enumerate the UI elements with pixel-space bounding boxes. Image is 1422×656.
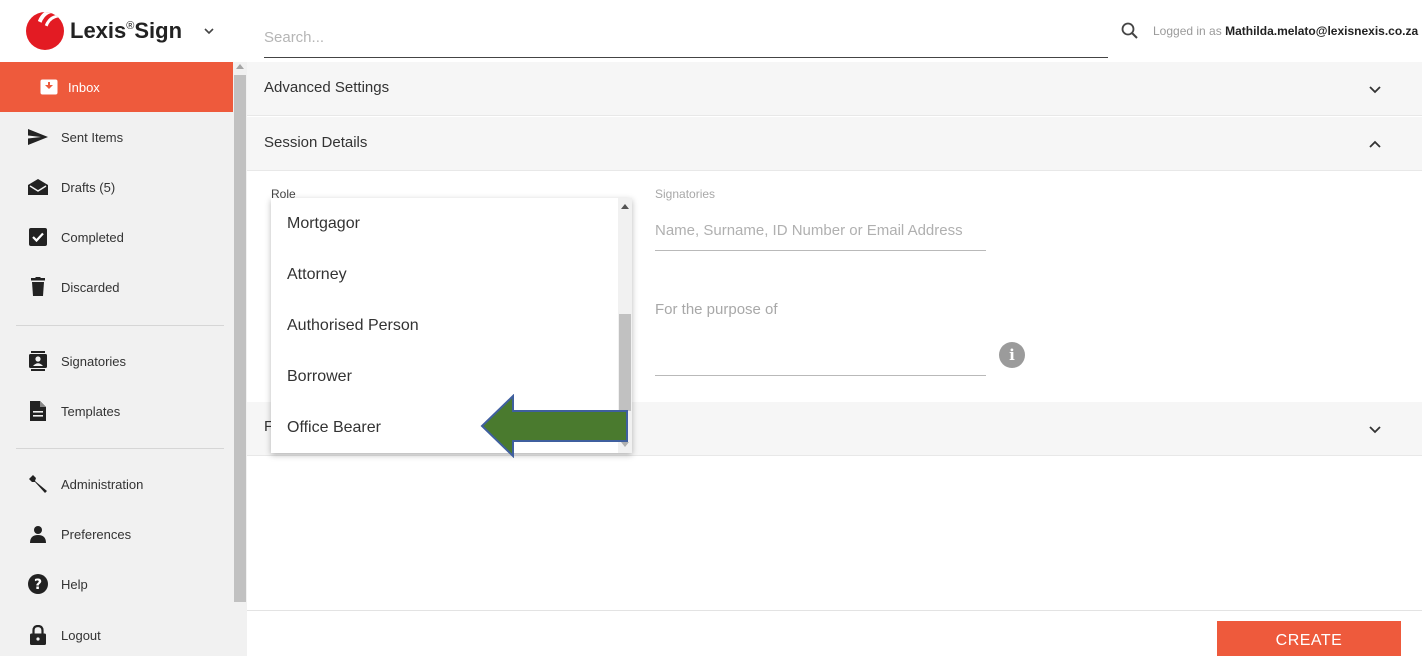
sidebar-item-administration[interactable]: Administration xyxy=(0,459,233,509)
sidebar-item-drafts[interactable]: Drafts (5) xyxy=(0,162,233,212)
sidebar-item-preferences[interactable]: Preferences xyxy=(0,509,233,559)
sidebar-item-label: Drafts (5) xyxy=(61,179,116,195)
chevron-down-icon[interactable] xyxy=(1368,82,1382,96)
search-input[interactable] xyxy=(264,18,1108,56)
session-details-panel[interactable]: Session Details xyxy=(247,117,1422,171)
role-option-authorised-person[interactable]: Authorised Person xyxy=(271,300,618,351)
inbox-icon xyxy=(38,76,60,98)
role-option-mortgagor[interactable]: Mortgagor xyxy=(271,198,618,249)
sidebar-item-label: Preferences xyxy=(61,526,132,542)
top-header: Lexis®Sign Logged in as Mathilda.melato@… xyxy=(0,0,1422,62)
sidebar-item-discarded[interactable]: Discarded xyxy=(0,262,233,312)
person-icon xyxy=(27,523,49,545)
signatories-label: Signatories xyxy=(655,187,716,201)
envelope-open-icon xyxy=(27,176,49,198)
sidebar-item-help[interactable]: ? Help xyxy=(0,559,233,609)
sidebar-item-logout[interactable]: Logout xyxy=(0,610,233,656)
sidebar-item-label: Administration xyxy=(61,476,144,492)
signatories-input[interactable] xyxy=(655,211,986,251)
lock-icon xyxy=(27,624,49,646)
wrench-icon xyxy=(27,473,49,495)
info-icon[interactable]: i xyxy=(999,342,1025,368)
role-option-attorney[interactable]: Attorney xyxy=(271,249,618,300)
purpose-label: For the purpose of xyxy=(655,301,778,318)
chevron-down-icon[interactable] xyxy=(1368,422,1382,436)
sidebar-item-label: Discarded xyxy=(61,279,120,295)
create-button[interactable]: CREATE xyxy=(1217,621,1401,656)
sidebar-item-label: Sent Items xyxy=(61,129,124,145)
sidebar-divider xyxy=(16,448,224,449)
session-details-title: Session Details xyxy=(264,134,368,151)
sidebar-item-label: Logout xyxy=(61,627,101,643)
sidebar-item-completed[interactable]: Completed xyxy=(0,212,233,262)
logo-text: Lexis®Sign xyxy=(70,18,183,43)
lexis-logo-mark-icon xyxy=(26,12,64,50)
sidebar-item-sent-items[interactable]: Sent Items xyxy=(0,112,233,162)
sidebar-nav: Inbox Sent Items Drafts (5) Completed Di… xyxy=(0,62,233,656)
sidebar-item-label: Help xyxy=(61,576,88,592)
sidebar-item-label: Completed xyxy=(61,229,124,245)
sidebar-item-signatories[interactable]: Signatories xyxy=(0,336,233,386)
trash-icon xyxy=(27,276,49,298)
document-icon xyxy=(27,400,49,422)
contact-icon xyxy=(27,350,49,372)
scroll-up-arrow-icon[interactable] xyxy=(236,64,244,69)
chevron-down-icon[interactable] xyxy=(202,24,216,38)
svg-text:?: ? xyxy=(34,577,42,593)
logged-in-user: Mathilda.melato@lexisnexis.co.za xyxy=(1225,24,1419,38)
chevron-up-icon[interactable] xyxy=(1368,137,1382,151)
sidebar-item-label: Signatories xyxy=(61,353,127,369)
sidebar-scrollbar-thumb[interactable] xyxy=(234,75,246,602)
help-icon: ? xyxy=(27,573,49,595)
logged-in-status: Logged in as Mathilda.melato@lexisnexis.… xyxy=(1153,24,1419,38)
app-root: Lexis®Sign Logged in as Mathilda.melato@… xyxy=(0,0,1422,656)
sidebar-item-label: Inbox xyxy=(68,79,100,95)
search-icon[interactable] xyxy=(1120,21,1140,41)
advanced-settings-title: Advanced Settings xyxy=(264,79,390,96)
scroll-up-arrow-icon[interactable] xyxy=(621,204,629,209)
annotation-arrow-icon xyxy=(480,394,628,458)
advanced-settings-panel[interactable]: Advanced Settings xyxy=(247,62,1422,116)
sidebar-divider xyxy=(16,325,224,326)
send-icon xyxy=(27,126,49,148)
checkbox-icon xyxy=(27,226,49,248)
sidebar-item-inbox[interactable]: Inbox xyxy=(0,62,233,112)
footer-divider xyxy=(247,610,1422,611)
sidebar-item-templates[interactable]: Templates xyxy=(0,386,233,436)
purpose-input[interactable] xyxy=(655,336,986,376)
lexissign-logo[interactable]: Lexis®Sign xyxy=(26,10,246,52)
search-bar xyxy=(264,18,1108,58)
sidebar-item-label: Templates xyxy=(61,403,121,419)
